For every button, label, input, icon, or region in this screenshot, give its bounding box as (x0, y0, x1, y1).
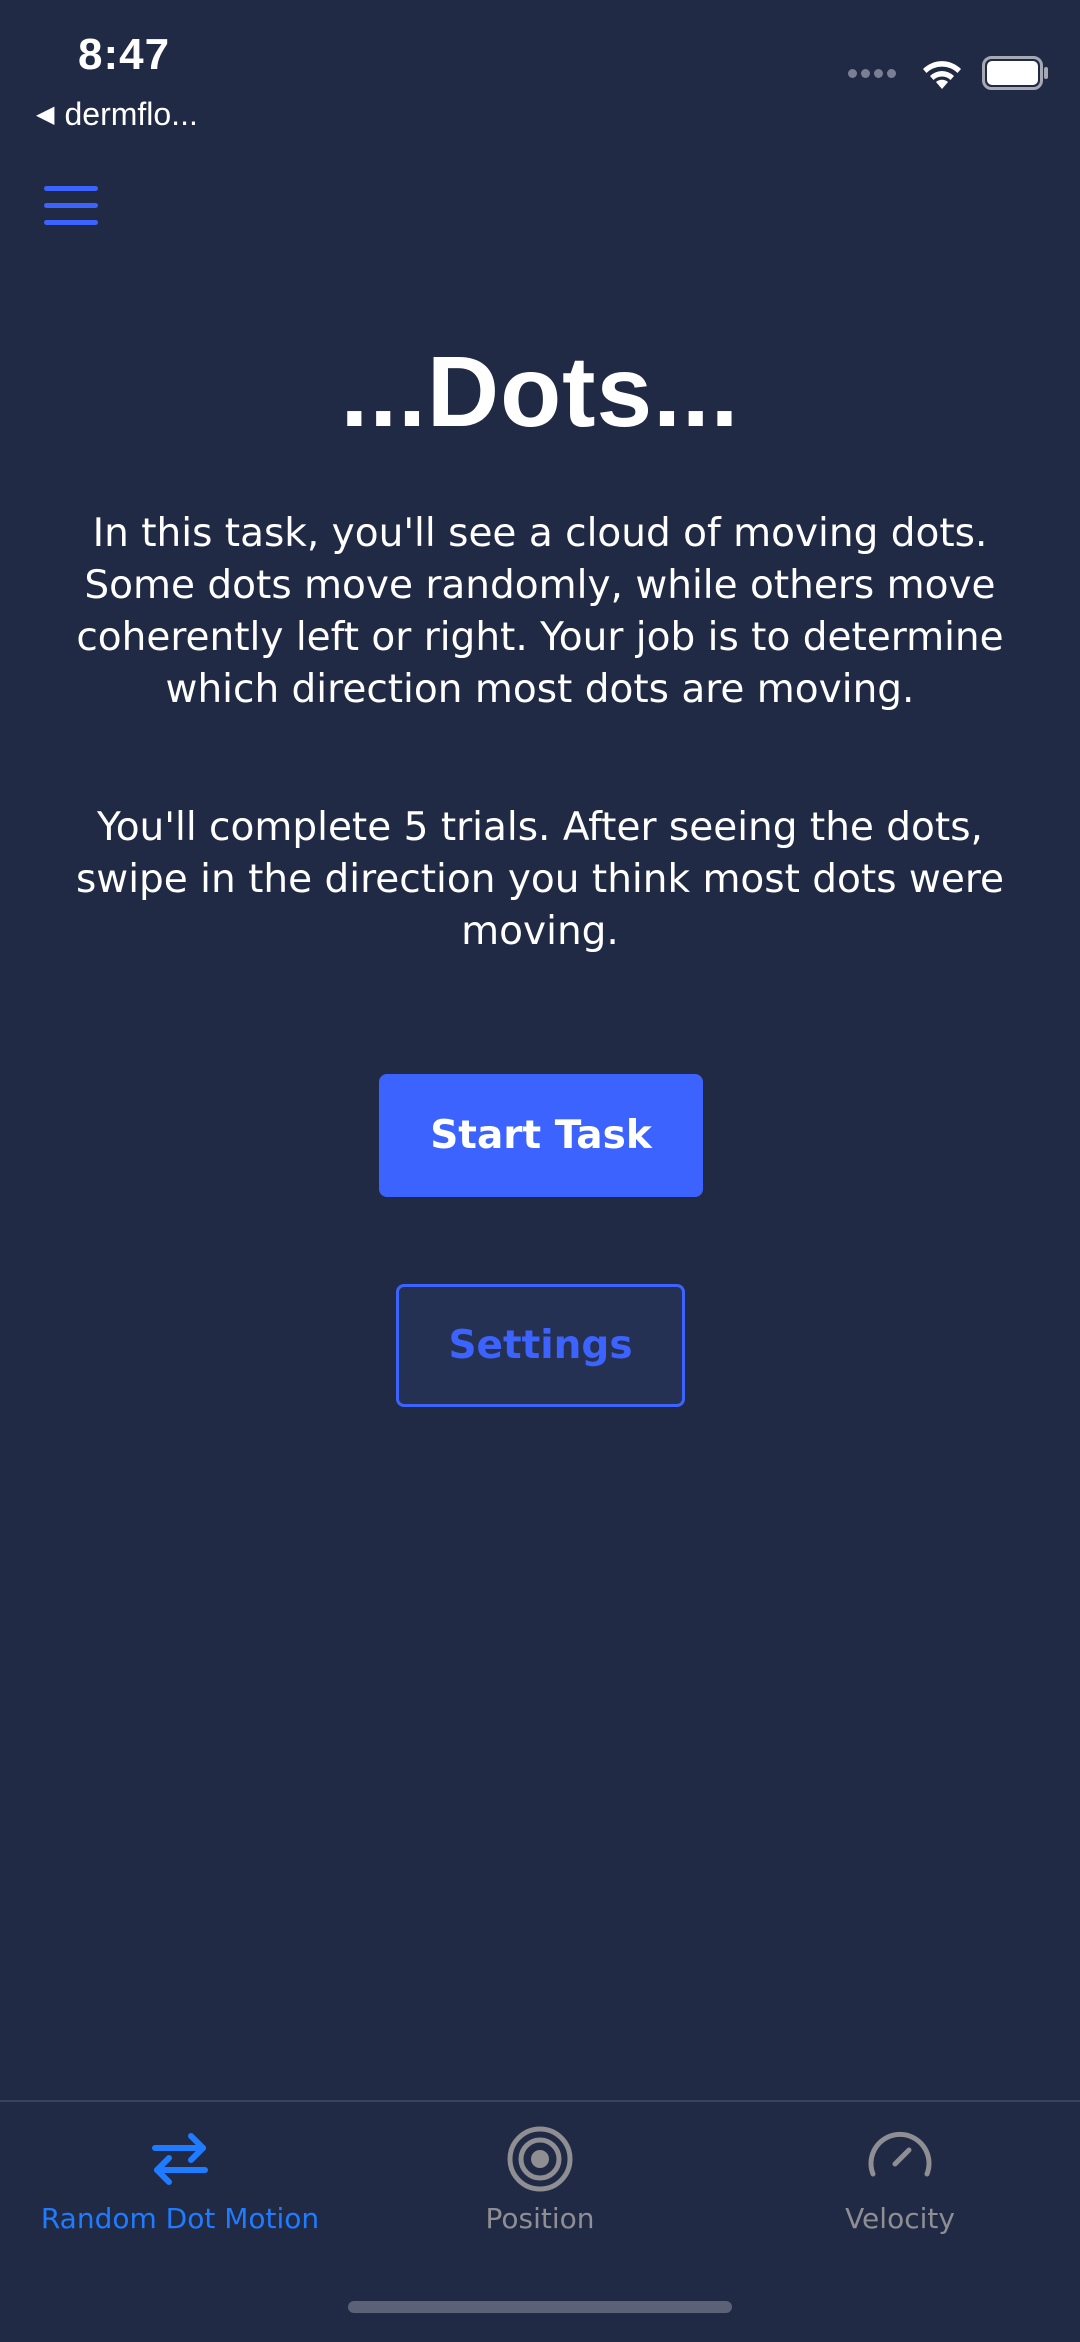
trials-paragraph: You'll complete 5 trials. After seeing t… (75, 805, 1004, 954)
speedometer-icon (868, 2131, 932, 2177)
instructions-paragraph: In this task, you'll see a cloud of movi… (76, 511, 1004, 712)
back-to-app-link[interactable]: ◀ dermflo... (36, 96, 198, 133)
status-time: 8:47 (78, 30, 171, 79)
cellular-dots-icon (848, 68, 896, 78)
page-title: ...Dots... (340, 336, 740, 448)
tab-label: Random Dot Motion (40, 2202, 320, 2235)
tab-label: Position (485, 2202, 595, 2235)
settings-button[interactable]: Settings (396, 1284, 685, 1407)
battery-icon (982, 56, 1048, 90)
hamburger-menu-icon[interactable] (44, 186, 100, 226)
tab-velocity[interactable]: Velocity (720, 2124, 1080, 2235)
tab-random-dot-motion[interactable]: Random Dot Motion (0, 2124, 360, 2235)
tab-position[interactable]: Position (360, 2124, 720, 2235)
target-icon (507, 2126, 573, 2192)
arrows-left-right-icon (152, 2133, 208, 2185)
tab-label: Velocity (845, 2202, 955, 2235)
back-triangle-icon: ◀ (36, 101, 55, 128)
wifi-icon (923, 61, 961, 89)
home-indicator[interactable] (348, 2301, 732, 2313)
status-icons (848, 56, 1050, 90)
back-app-label: dermflo... (64, 96, 198, 132)
start-task-button[interactable]: Start Task (379, 1074, 703, 1197)
